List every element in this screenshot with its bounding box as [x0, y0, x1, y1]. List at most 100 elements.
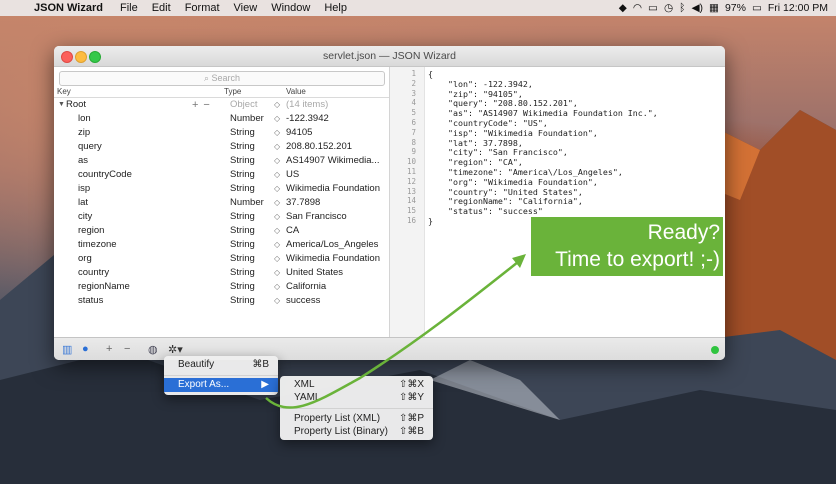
remove-item-button[interactable]: − [124, 343, 130, 355]
plist-binary-label: Property List (Binary) [294, 426, 388, 437]
dropbox-icon[interactable]: ◆ [619, 2, 627, 14]
menu-view[interactable]: View [227, 2, 265, 14]
outline-row[interactable]: lon Number ◇ -122.3942 [54, 112, 389, 126]
type-stepper-icon: ◇ [274, 198, 281, 207]
menu-item-yaml[interactable]: YAML ⇧⌘Y [280, 391, 433, 405]
menu-item-xml[interactable]: XML ⇧⌘X [280, 378, 433, 392]
row-key: region [78, 225, 105, 236]
airplay-icon[interactable]: ▭ [648, 2, 658, 14]
type-stepper-icon: ◇ [274, 240, 281, 249]
export-submenu: XML ⇧⌘X YAML ⇧⌘Y Property List (XML) ⇧⌘P… [280, 376, 433, 440]
column-header-key[interactable]: Key [57, 87, 71, 96]
outline-header: Key Type Value [54, 86, 389, 98]
type-stepper-icon: ◇ [274, 100, 281, 109]
time-machine-icon[interactable]: ◷ [664, 2, 673, 14]
outline-row[interactable]: country String ◇ United States [54, 266, 389, 280]
volume-icon[interactable]: ◀) [691, 2, 703, 14]
export-as-label: Export As... [178, 379, 230, 390]
column-header-value[interactable]: Value [286, 87, 306, 96]
outline-row[interactable]: regionName String ◇ California [54, 280, 389, 294]
callout-line-1: Ready? [647, 221, 720, 244]
row-key: countryCode [78, 169, 132, 180]
type-stepper-icon: ◇ [274, 128, 281, 137]
outline-row[interactable]: zip String ◇ 94105 [54, 126, 389, 140]
type-stepper-icon: ◇ [274, 226, 281, 235]
beautify-shortcut: ⌘B [252, 359, 269, 370]
code-line: "isp": "Wikimedia Foundation", [428, 127, 598, 138]
line-number: 5 [411, 108, 416, 118]
code-line: "city": "San Francisco", [428, 147, 568, 158]
code-line: "country": "United States", [428, 186, 583, 197]
menu-file[interactable]: File [113, 2, 145, 14]
promo-callout: Ready? Time to export! ;-) [531, 217, 723, 276]
code-line: "status": "success" [428, 206, 543, 217]
outline-row[interactable]: city String ◇ San Francisco [54, 210, 389, 224]
minimize-button[interactable] [75, 51, 87, 63]
code-line: "lon": -122.3942, [428, 78, 533, 89]
menu-format[interactable]: Format [178, 2, 227, 14]
zoom-button[interactable] [89, 51, 101, 63]
type-stepper-icon: ◇ [274, 212, 281, 221]
close-button[interactable] [61, 51, 73, 63]
outline-row[interactable]: countryCode String ◇ US [54, 168, 389, 182]
type-stepper-icon: ◇ [274, 282, 281, 291]
outline-pane: ⌕ Search Key Type Value ▼ Root +− Object ◇ (1… [54, 67, 390, 358]
line-number: 11 [406, 167, 416, 176]
type-stepper-icon: ◇ [274, 142, 281, 151]
outline-row[interactable]: as String ◇ AS14907 Wikimedia... [54, 154, 389, 168]
battery-percent[interactable]: 97% [725, 2, 746, 14]
menu-app-name[interactable]: JSON Wizard [30, 2, 113, 14]
line-number: 1 [411, 69, 416, 78]
flag-icon[interactable]: ▦ [709, 2, 719, 14]
row-value: 37.7898 [286, 197, 321, 208]
wifi-icon[interactable]: ◠ [633, 2, 642, 14]
type-stepper-icon: ◇ [274, 268, 281, 277]
search-field[interactable]: ⌕ Search [59, 71, 385, 86]
row-type: String [230, 239, 255, 250]
menu-item-plist-xml[interactable]: Property List (XML) ⇧⌘P [280, 412, 433, 426]
menu-edit[interactable]: Edit [145, 2, 178, 14]
outline-row-root[interactable]: ▼ Root +− Object ◇ (14 items) [54, 98, 389, 112]
type-stepper-icon: ◇ [274, 184, 281, 193]
menu-item-plist-binary[interactable]: Property List (Binary) ⇧⌘B [280, 425, 433, 439]
type-stepper-icon: ◇ [274, 254, 281, 263]
submenu-arrow-icon: ▶ [261, 379, 269, 390]
outline-row[interactable]: query String ◇ 208.80.152.201 [54, 140, 389, 154]
outline-row[interactable]: region String ◇ CA [54, 224, 389, 238]
add-item-button[interactable]: + [106, 343, 112, 355]
row-type: String [230, 155, 255, 166]
outline-row[interactable]: isp String ◇ Wikimedia Foundation [54, 182, 389, 196]
outline-row[interactable]: lat Number ◇ 37.7898 [54, 196, 389, 210]
row-key: regionName [78, 281, 130, 292]
row-type: String [230, 211, 255, 222]
menu-item-beautify[interactable]: Beautify ⌘B [164, 358, 278, 372]
row-value: (14 items) [286, 99, 329, 110]
menu-window[interactable]: Window [264, 2, 317, 14]
bluetooth-icon[interactable]: ᛒ [679, 2, 685, 14]
yaml-label: YAML [294, 392, 321, 403]
line-number: 15 [406, 206, 416, 216]
search-toggle-icon[interactable]: ● [82, 343, 89, 355]
row-key: status [78, 295, 104, 306]
outline-row[interactable]: org String ◇ Wikimedia Foundation [54, 252, 389, 266]
beautify-label: Beautify [178, 359, 215, 370]
title-bar[interactable]: servlet.json — JSON Wizard [54, 46, 725, 67]
menu-clock[interactable]: Fri 12:00 PM [768, 2, 828, 14]
outline-row[interactable]: status String ◇ success [54, 294, 389, 308]
outline-row[interactable]: timezone String ◇ America/Los_Angeles [54, 238, 389, 252]
add-remove-child-controls: +− [192, 99, 215, 111]
menu-help[interactable]: Help [317, 2, 354, 14]
gear-icon[interactable]: ✲▾ [168, 343, 183, 356]
column-header-type[interactable]: Type [224, 87, 241, 96]
globe-icon[interactable]: ◍ [148, 343, 158, 356]
line-number: 9 [411, 147, 416, 157]
plist-xml-shortcut: ⇧⌘P [398, 413, 424, 424]
battery-icon[interactable]: ▭ [752, 2, 762, 14]
row-value: Wikimedia Foundation [286, 183, 380, 194]
line-number: 2 [411, 78, 416, 88]
toggle-layout-icon[interactable]: ▥ [62, 343, 72, 356]
menu-item-export-as[interactable]: Export As... ▶ [164, 378, 278, 392]
json-editor[interactable]: 1{2 "lon": -122.3942, 3 "zip": "94105", 4 … [390, 67, 725, 337]
row-value: US [286, 169, 300, 180]
code-line: "regionName": "California", [428, 196, 583, 207]
